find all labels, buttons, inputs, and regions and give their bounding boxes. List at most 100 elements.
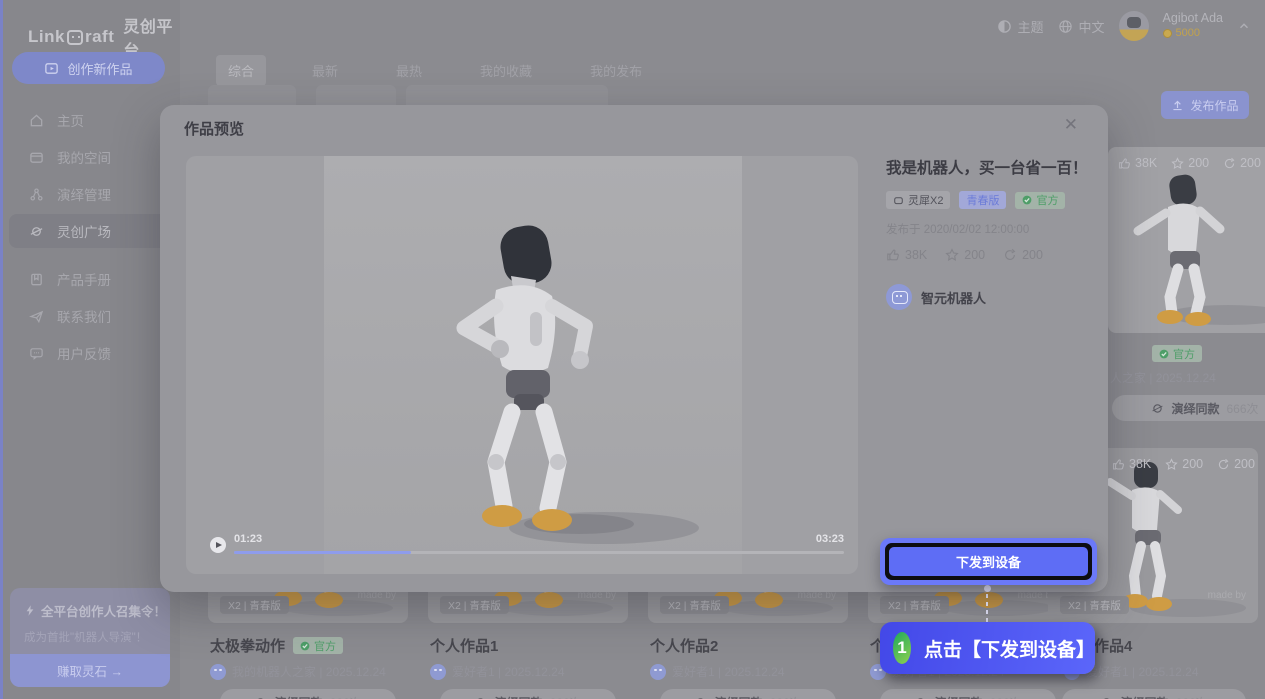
sidebar-item-product-manual[interactable]: 产品手册	[9, 262, 174, 296]
work-info-panel: 我是机器人，买一台省一百！ 灵犀X2 青春版 官方 发布于 2020/02/02…	[886, 156, 1092, 310]
create-button-label: 创作新作品	[67, 59, 132, 78]
user-name: Agibot Ada	[1163, 12, 1223, 25]
likes-stat[interactable]: 38K	[1112, 457, 1151, 471]
grid-card-right-top[interactable]: 38K 200 200 官方 人之家 | 2025.12.24 演绎同款 666…	[1108, 147, 1265, 421]
create-new-work-button[interactable]: 创作新作品	[12, 52, 165, 84]
replay-icon	[474, 696, 487, 699]
official-tag-label: 官方	[1173, 346, 1195, 362]
play-button[interactable]	[210, 537, 226, 553]
user-block: Agibot Ada 5000	[1163, 12, 1223, 40]
tutorial-connector-dot	[984, 585, 991, 592]
replay-icon	[254, 696, 267, 699]
replay-icon	[1100, 696, 1113, 699]
star-icon	[1165, 458, 1178, 471]
sidebar-item-my-space[interactable]: 我的空间	[9, 140, 174, 174]
shares-stat[interactable]: 200	[1217, 457, 1255, 471]
promo-title-row: 全平台创作人召集令！	[24, 601, 170, 620]
creator-promo-card: 全平台创作人召集令！ 成为首批"机器人导演"！ 赚取灵石 →	[10, 588, 170, 687]
globe-icon	[1058, 19, 1073, 34]
sidebar-item-label: 主页	[57, 110, 84, 130]
tab-comprehensive[interactable]: 综合	[216, 55, 266, 86]
replay-same-button[interactable]: 演绎同款 666次	[660, 689, 836, 699]
send-to-device-button[interactable]: 下发到设备	[889, 547, 1088, 576]
sidebar-item-lingchuang-square[interactable]: 灵创广场	[9, 214, 174, 248]
tab-my-favorites[interactable]: 我的收藏	[468, 55, 544, 86]
logo-text-suffix: raft	[85, 27, 114, 47]
coin-icon	[1163, 29, 1172, 38]
official-tag-label: 官方	[314, 638, 336, 654]
sidebar-item-label: 我的空间	[57, 147, 111, 167]
likes-stat[interactable]: 38K	[886, 248, 927, 262]
robot-video-art	[324, 156, 742, 574]
work-preview-modal: 作品预览 ✕	[160, 105, 1108, 592]
stars-stat[interactable]: 200	[1165, 457, 1203, 471]
likes-stat[interactable]: 38K	[1118, 156, 1157, 170]
card-author: 爱好者1 | 2025.12.24	[648, 663, 848, 680]
thumb-up-icon	[886, 248, 900, 262]
work-stats: 38K 200 200	[886, 248, 1092, 262]
share-redo-icon	[1003, 248, 1017, 262]
progress-fill	[234, 551, 411, 554]
sidebar-item-user-feedback[interactable]: 用户反馈	[9, 336, 174, 370]
card-author: 人之家 | 2025.12.24	[1108, 369, 1265, 386]
author-avatar-icon	[210, 664, 226, 680]
replay-label: 演绎同款	[274, 694, 322, 699]
send-to-device-focus-ring: 下发到设备	[885, 543, 1092, 580]
chevron-up-icon[interactable]	[1237, 19, 1251, 33]
thumb-up-icon	[1118, 157, 1131, 170]
topbar-right: 主题 中文 Agibot Ada 5000	[997, 8, 1252, 44]
publish-work-button[interactable]: 发布作品	[1161, 91, 1249, 119]
shares-stat[interactable]: 200	[1003, 248, 1043, 262]
stars-stat[interactable]: 200	[945, 248, 985, 262]
tutorial-tooltip: 1 点击【下发到设备】	[880, 622, 1095, 674]
stars-count: 200	[1188, 156, 1209, 170]
modal-title: 作品预览	[184, 118, 244, 139]
tab-hottest[interactable]: 最热	[384, 55, 434, 86]
card-title-row: 太极拳动作 官方	[208, 635, 408, 656]
card-thumbnail: 38K 200 200	[1108, 147, 1265, 333]
sidebar-item-performance-management[interactable]: 演绎管理	[9, 177, 174, 211]
replay-count: 666次	[549, 694, 581, 699]
shares-stat[interactable]: 200	[1223, 156, 1261, 170]
replay-same-button[interactable]: 演绎同款 666次	[1062, 689, 1246, 699]
replay-label: 演绎同款	[714, 694, 762, 699]
close-icon[interactable]: ✕	[1064, 115, 1078, 135]
model-badge: X2 | 青春版	[440, 596, 509, 614]
stars-count: 200	[1182, 457, 1203, 471]
stars-stat[interactable]: 200	[1171, 156, 1209, 170]
theme-toggle[interactable]: 主题	[997, 17, 1044, 36]
progress-bar[interactable]	[234, 551, 844, 554]
official-tag: 官方	[1015, 192, 1065, 209]
sidebar-item-contact-us[interactable]: 联系我们	[9, 299, 174, 333]
author-name: 智元机器人	[921, 288, 986, 307]
theme-icon	[997, 19, 1012, 34]
replay-same-button[interactable]: 演绎同款 666次	[880, 689, 1056, 699]
sidebar-item-label: 产品手册	[57, 269, 111, 289]
app-window: Linkraft 灵创平台 创作新作品 主页 我的空间 演绎管理 灵创广场	[0, 0, 1265, 699]
author-avatar	[886, 284, 912, 310]
card-stats: 38K 200 200	[1118, 156, 1261, 170]
replay-same-button[interactable]: 演绎同款 666次	[220, 689, 396, 699]
official-tag: 官方	[293, 637, 343, 654]
work-tags: 灵犀X2 青春版 官方	[886, 191, 1092, 209]
earn-lingshi-button[interactable]: 赚取灵石 →	[10, 654, 170, 687]
promo-subtitle: 成为首批"机器人导演"！	[24, 629, 170, 645]
author-avatar-icon	[430, 664, 446, 680]
language-switcher[interactable]: 中文	[1058, 17, 1105, 36]
logo-monitor-icon	[67, 30, 83, 45]
card-author-text: 人之家 | 2025.12.24	[1110, 369, 1216, 386]
sidebar-item-home[interactable]: 主页	[9, 103, 174, 137]
card-author: 爱好者1 | 2025.12.24	[428, 663, 628, 680]
replay-same-button[interactable]: 演绎同款 666次	[1112, 395, 1265, 421]
home-icon	[29, 113, 44, 128]
work-title: 我是机器人，买一台省一百！	[886, 156, 1092, 178]
tab-my-posts[interactable]: 我的发布	[578, 55, 654, 86]
replay-same-button[interactable]: 演绎同款 666次	[440, 689, 616, 699]
tab-latest[interactable]: 最新	[300, 55, 350, 86]
official-check-icon	[1159, 349, 1169, 359]
robot-head-icon	[893, 195, 904, 206]
work-author[interactable]: 智元机器人	[886, 284, 1092, 310]
user-avatar[interactable]	[1119, 11, 1149, 41]
thumb-up-icon	[1112, 458, 1125, 471]
share-redo-icon	[1217, 458, 1230, 471]
